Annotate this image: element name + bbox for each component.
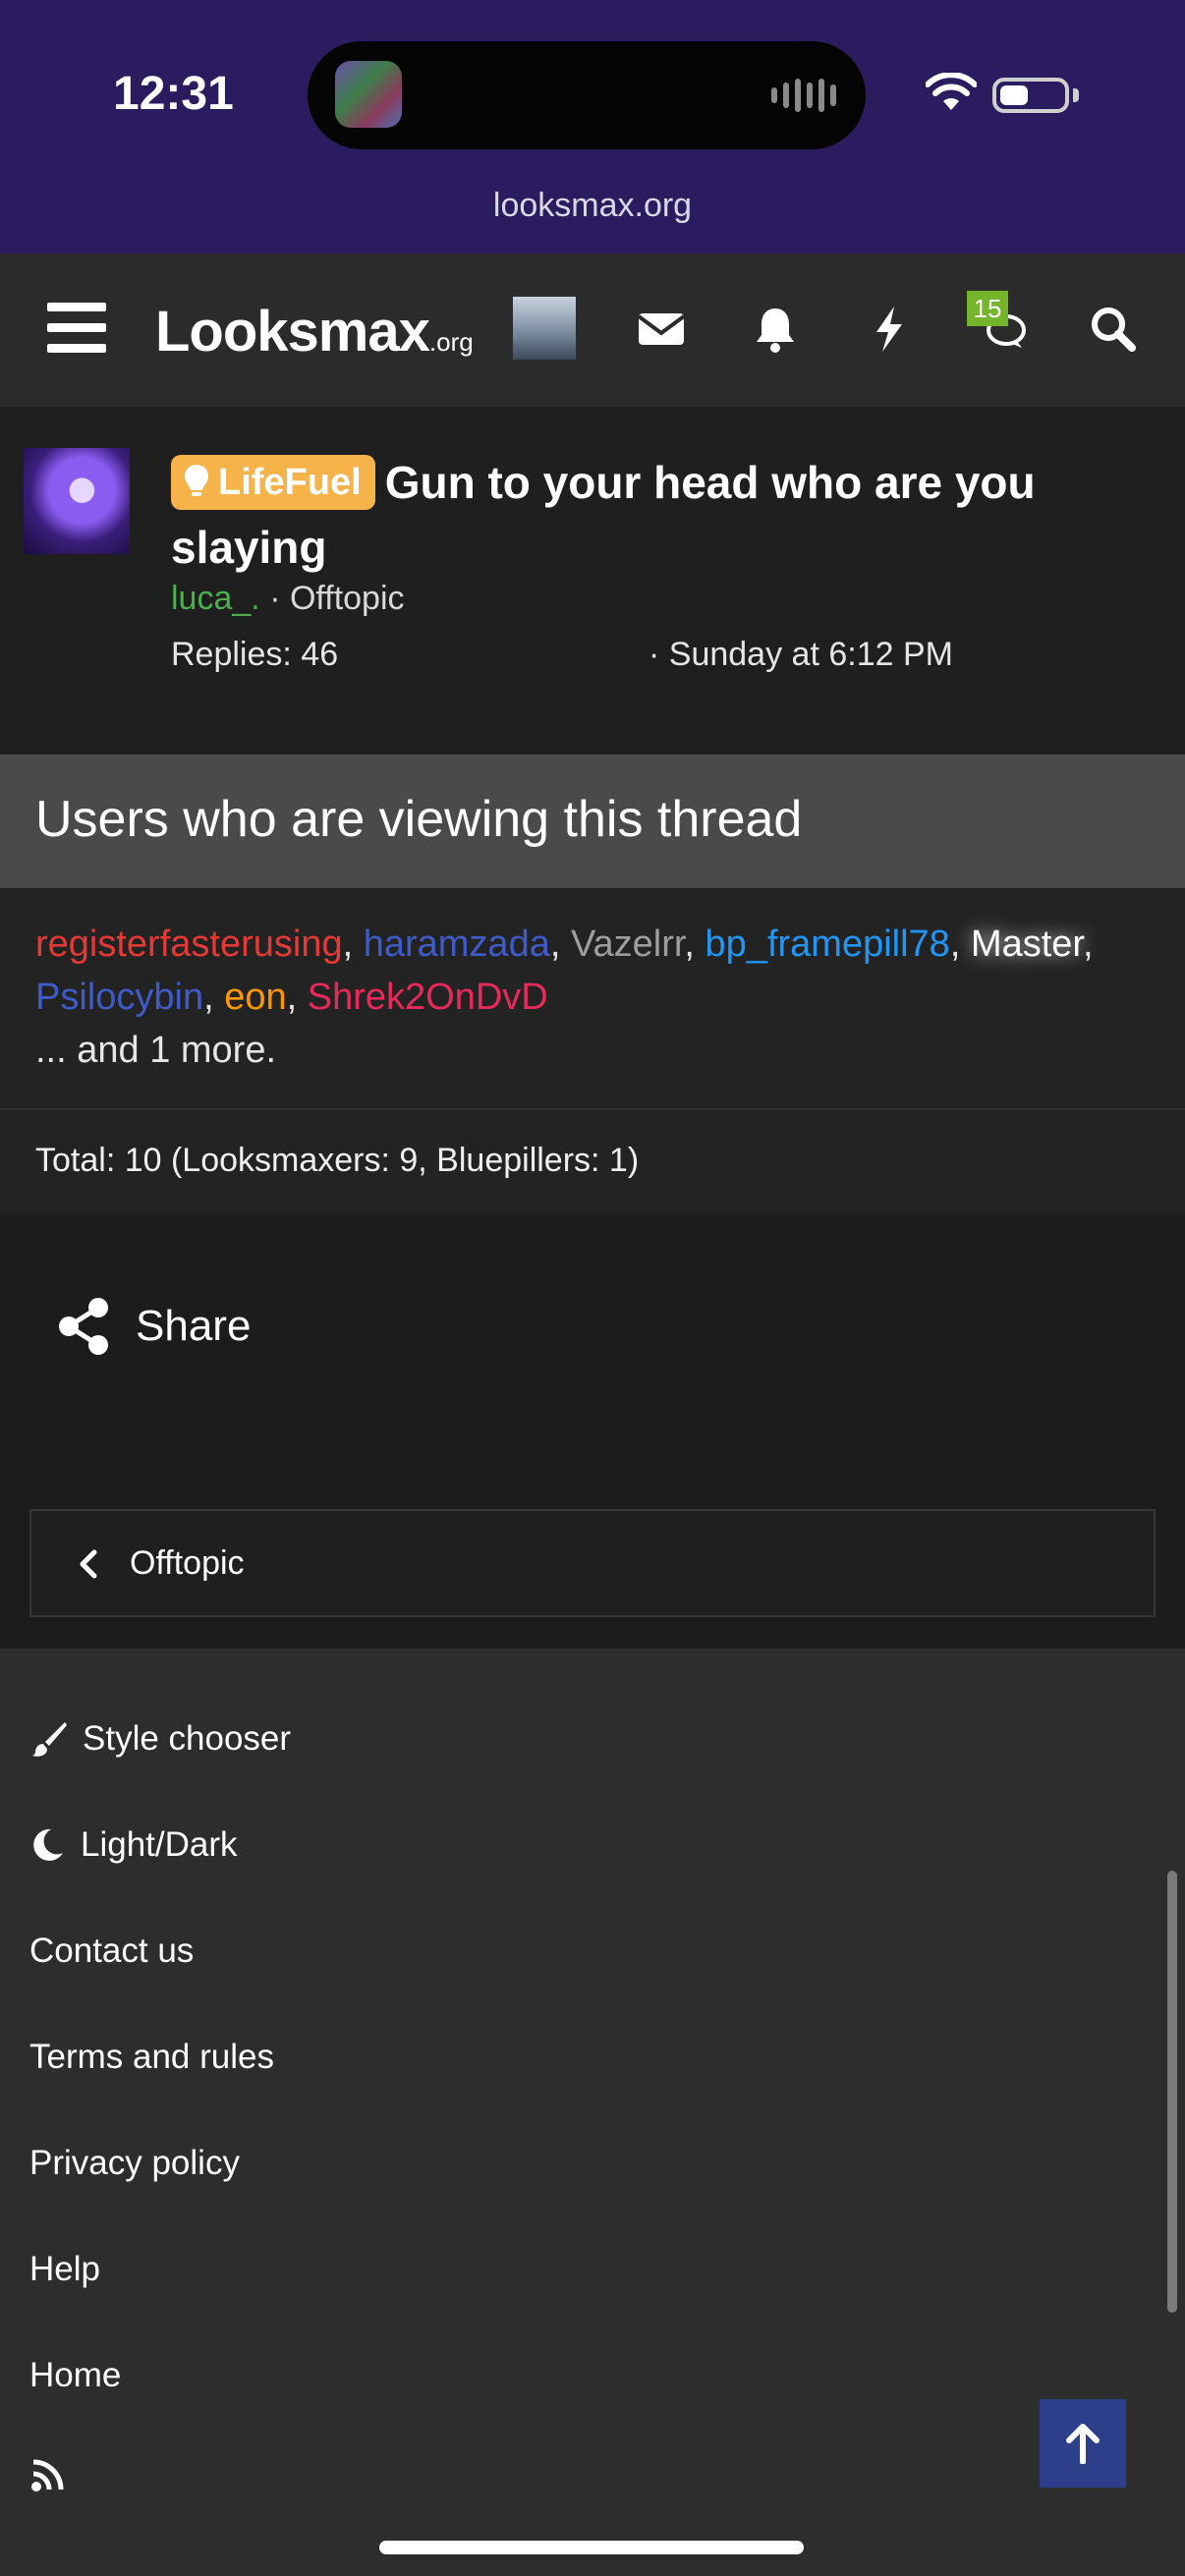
viewer-link[interactable]: registerfasterusing [35,924,343,965]
viewers-total-row: Total: 10 (Looksmaxers: 9, Bluepillers: … [0,1110,1185,1214]
viewers-block-header: Users who are viewing this thread [0,755,1185,888]
viewer-link[interactable]: bp_framepill78 [705,924,950,965]
viewers-list: registerfasterusing, haramzada, Vazelrr,… [35,924,1094,1071]
battery-nub [1073,88,1079,102]
wifi-icon [926,73,977,110]
viewer-link[interactable]: eon [224,977,286,1018]
thread-date: · Sunday at 6:12 PM [649,636,953,673]
footer-terms[interactable]: Terms and rules [29,2038,274,2077]
rss-icon [31,2459,64,2492]
footer-item-label: Light/Dark [81,1825,238,1864]
share-button[interactable]: Share [55,1291,251,1362]
footer-item-label: Terms and rules [29,2038,274,2076]
thread-forum[interactable]: Offtopic [290,580,405,617]
chevron-left-icon [80,1549,97,1579]
status-time: 12:31 [113,68,234,120]
viewer-link[interactable]: Vazelrr [571,924,684,965]
dynamic-island[interactable] [308,41,866,149]
bell-icon[interactable] [749,303,802,356]
scroll-to-top-button[interactable] [1040,2399,1126,2488]
user-avatar[interactable] [513,297,576,360]
site-logo[interactable]: Looksmax.org [155,299,474,364]
similar-thread-item[interactable]: LifeFuel Gun to your head who are you sla… [0,407,1185,755]
viewer-link[interactable]: Master [971,924,1083,965]
share-label: Share [136,1302,252,1350]
moon-icon [33,1828,63,1861]
footer-item-label: Style chooser [83,1719,292,1758]
footer-privacy[interactable]: Privacy policy [29,2144,240,2183]
logo-text: Looksmax [155,300,430,364]
thread-prefix-badge[interactable]: LifeFuel [171,455,375,510]
footer-item-label: Contact us [29,1932,195,1970]
viewer-link[interactable]: haramzada [364,924,550,965]
audio-waveform-icon [771,79,836,112]
lightbulb-icon [185,465,208,496]
mail-icon[interactable] [635,303,688,356]
meta-separator: · [269,580,290,617]
footer-rss[interactable] [29,2456,81,2493]
thread-meta: luca_. · Offtopic [171,580,405,618]
footer-item-label: Home [29,2356,122,2394]
footer-help[interactable]: Help [29,2250,100,2289]
viewer-link[interactable]: Psilocybin [35,977,203,1018]
footer-contact-us[interactable]: Contact us [29,1932,194,1971]
viewers-list-block: registerfasterusing, haramzada, Vazelrr,… [0,888,1185,1110]
viewers-total: Total: 10 (Looksmaxers: 9, Bluepillers: … [35,1142,640,1179]
thread-author[interactable]: luca_. [171,580,260,617]
site-navbar: Looksmax.org 15 [0,253,1185,407]
thread-title[interactable]: LifeFuel Gun to your head who are you sla… [171,450,1144,580]
logo-suffix: .org [428,327,474,357]
footer-item-label: Privacy policy [29,2144,240,2182]
footer-home[interactable]: Home [29,2356,121,2395]
paintbrush-icon [32,1722,67,1757]
viewers-block-title: Users who are viewing this thread [35,791,803,848]
breadcrumb-label: Offtopic [130,1544,245,1582]
footer-style-chooser[interactable]: Style chooser [29,1719,291,1759]
breadcrumb-back-button[interactable]: Offtopic [29,1509,1156,1617]
thread-author-avatar[interactable] [24,448,130,554]
page-scrollbar[interactable] [1167,1871,1177,2313]
now-playing-artwork [335,61,402,128]
conversations-badge: 15 [967,291,1008,326]
lightning-icon[interactable] [863,303,916,356]
arrow-up-icon [1066,2424,1100,2464]
url-bar[interactable]: looksmax.org [0,187,1185,225]
viewer-link[interactable]: Shrek2OnDvD [308,977,548,1018]
footer-item-label: Help [29,2250,100,2288]
viewers-more-link[interactable]: ... and 1 more. [35,1030,276,1071]
share-icon [59,1298,108,1355]
status-bar: 12:31 looksmax.org [0,0,1185,253]
site-footer: Style chooser Light/Dark Contact us Term… [0,1649,1185,2576]
search-icon[interactable] [1087,303,1140,356]
thread-prefix-label: LifeFuel [218,462,362,503]
battery-icon [992,78,1069,113]
menu-icon[interactable] [47,303,106,354]
thread-replies: Replies: 46 [171,636,339,673]
home-indicator[interactable] [379,2541,804,2554]
thread-date-text: Sunday at 6:12 PM [668,636,953,673]
footer-light-dark[interactable]: Light/Dark [29,1825,238,1865]
